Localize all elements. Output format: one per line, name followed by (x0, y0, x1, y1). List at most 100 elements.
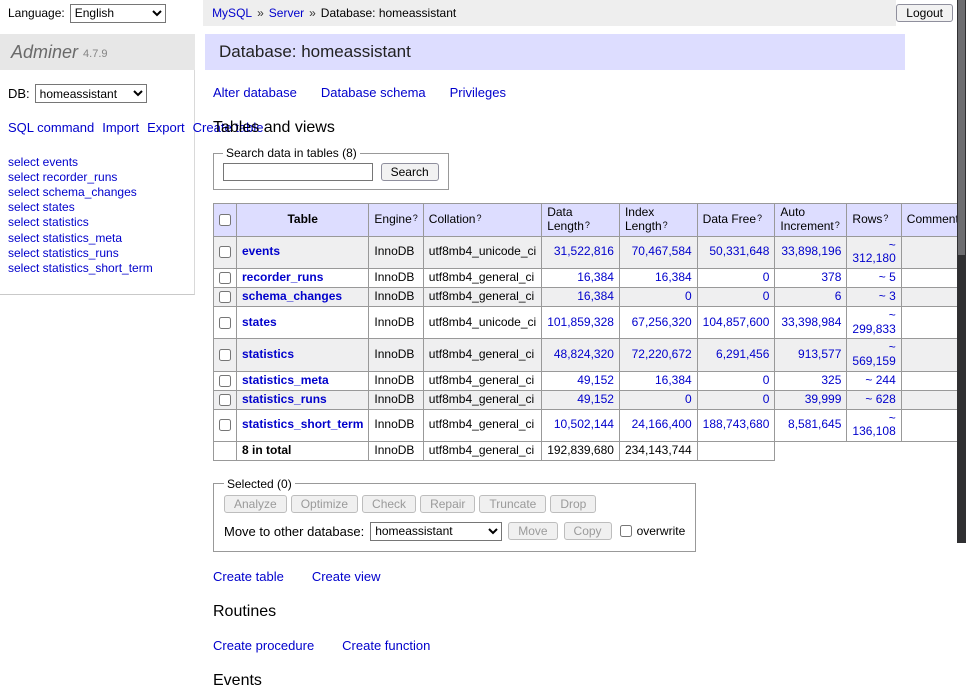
data-free-link[interactable]: 6,291,456 (716, 347, 769, 361)
auto-increment-link[interactable]: 6 (835, 289, 842, 303)
auto-increment-link[interactable]: 33,398,984 (781, 315, 841, 329)
database-nav-link[interactable]: Privileges (450, 85, 506, 100)
create-link[interactable]: Create view (312, 569, 381, 584)
selected-drop-button[interactable]: Drop (550, 495, 596, 513)
column-help-hint[interactable]: ? (883, 213, 888, 223)
row-checkbox[interactable] (219, 246, 231, 258)
column-help-hint[interactable]: ? (663, 220, 668, 230)
breadcrumb-driver-link[interactable]: MySQL (212, 6, 252, 20)
data-length-link[interactable]: 16,384 (577, 270, 614, 284)
auto-increment-link[interactable]: 325 (821, 373, 841, 387)
index-length-link[interactable]: 72,220,672 (632, 347, 692, 361)
sidebar-table-link[interactable]: select statistics_meta (8, 231, 194, 246)
data-length-link[interactable]: 48,824,320 (554, 347, 614, 361)
data-free-link[interactable]: 0 (763, 392, 770, 406)
db-select[interactable]: homeassistant (35, 84, 147, 103)
sidebar-action-link[interactable]: Import (102, 120, 139, 135)
data-free-link[interactable]: 0 (763, 373, 770, 387)
auto-increment-link[interactable]: 39,999 (805, 392, 842, 406)
data-length-link[interactable]: 49,152 (577, 373, 614, 387)
index-length-link[interactable]: 16,384 (655, 270, 692, 284)
sidebar-table-link[interactable]: select events (8, 155, 194, 170)
table-name-link[interactable]: schema_changes (242, 289, 342, 303)
row-checkbox[interactable] (219, 419, 231, 431)
data-free-link[interactable]: 188,743,680 (703, 417, 770, 431)
rows-link[interactable]: ~ 244 (865, 373, 895, 387)
rows-link[interactable]: ~ 136,108 (852, 411, 895, 439)
column-help-hint[interactable]: ? (476, 213, 481, 223)
selected-truncate-button[interactable]: Truncate (479, 495, 546, 513)
overwrite-checkbox[interactable] (620, 525, 632, 537)
data-length-link[interactable]: 16,384 (577, 289, 614, 303)
data-free-link[interactable]: 104,857,600 (703, 315, 770, 329)
create-link[interactable]: Create table (213, 569, 284, 584)
table-name-link[interactable]: statistics_short_term (242, 417, 363, 431)
column-help-hint[interactable]: ? (413, 213, 418, 223)
row-checkbox[interactable] (219, 394, 231, 406)
row-checkbox[interactable] (219, 272, 231, 284)
data-length-link[interactable]: 101,859,328 (547, 315, 614, 329)
database-nav-link[interactable]: Alter database (213, 85, 297, 100)
move-db-select[interactable]: homeassistant (370, 522, 502, 541)
index-length-link[interactable]: 70,467,584 (632, 244, 692, 258)
move-button[interactable]: Move (508, 522, 557, 540)
row-checkbox[interactable] (219, 375, 231, 387)
copy-button[interactable]: Copy (564, 522, 612, 540)
table-name-link[interactable]: events (242, 244, 280, 258)
sidebar-action-link[interactable]: Export (147, 120, 185, 135)
table-name-link[interactable]: statistics_meta (242, 373, 329, 387)
column-help-hint[interactable]: ? (835, 220, 840, 230)
breadcrumb-server-link[interactable]: Server (269, 6, 304, 20)
row-checkbox[interactable] (219, 349, 231, 361)
brand-name[interactable]: Adminer (11, 42, 78, 63)
routine-link[interactable]: Create procedure (213, 638, 314, 653)
auto-increment-link[interactable]: 378 (821, 270, 841, 284)
column-help-hint[interactable]: ? (757, 213, 762, 223)
data-free-link[interactable]: 0 (763, 289, 770, 303)
row-checkbox[interactable] (219, 317, 231, 329)
rows-link[interactable]: ~ 569,159 (852, 340, 895, 368)
auto-increment-link[interactable]: 8,581,645 (788, 417, 841, 431)
database-nav-link[interactable]: Database schema (321, 85, 426, 100)
logout-button[interactable]: Logout (896, 4, 953, 22)
sidebar-table-link[interactable]: select schema_changes (8, 185, 194, 200)
selected-repair-button[interactable]: Repair (420, 495, 475, 513)
data-length-link[interactable]: 10,502,144 (554, 417, 614, 431)
data-free-link[interactable]: 0 (763, 270, 770, 284)
data-free-link[interactable]: 50,331,648 (709, 244, 769, 258)
select-all-checkbox[interactable] (219, 214, 231, 226)
rows-link[interactable]: ~ 312,180 (852, 238, 895, 266)
sidebar-action-link[interactable]: SQL command (8, 120, 94, 135)
column-help-hint[interactable]: ? (585, 220, 590, 230)
table-name-link[interactable]: recorder_runs (242, 270, 323, 284)
table-name-link[interactable]: statistics (242, 347, 294, 361)
table-name-link[interactable]: statistics_runs (242, 392, 327, 406)
auto-increment-link[interactable]: 913,577 (798, 347, 841, 361)
search-input[interactable] (223, 163, 373, 181)
index-length-link[interactable]: 24,166,400 (632, 417, 692, 431)
page-scrollbar[interactable] (957, 0, 966, 543)
adminer-logo[interactable]: Adminer 4.7.9 (0, 34, 195, 70)
sidebar-table-link[interactable]: select statistics_short_term (8, 261, 194, 276)
rows-link[interactable]: ~ 3 (879, 289, 896, 303)
selected-check-button[interactable]: Check (362, 495, 416, 513)
index-length-link[interactable]: 67,256,320 (632, 315, 692, 329)
language-select[interactable]: English (70, 4, 166, 23)
rows-link[interactable]: ~ 5 (879, 270, 896, 284)
index-length-link[interactable]: 16,384 (655, 373, 692, 387)
auto-increment-link[interactable]: 33,898,196 (781, 244, 841, 258)
sidebar-table-link[interactable]: select recorder_runs (8, 170, 194, 185)
rows-link[interactable]: ~ 628 (865, 392, 895, 406)
table-name-link[interactable]: states (242, 315, 277, 329)
sidebar-table-link[interactable]: select statistics_runs (8, 246, 194, 261)
data-length-link[interactable]: 31,522,816 (554, 244, 614, 258)
row-checkbox[interactable] (219, 291, 231, 303)
scrollbar-thumb[interactable] (958, 0, 965, 255)
search-button[interactable]: Search (381, 163, 439, 181)
sidebar-table-link[interactable]: select statistics (8, 215, 194, 230)
selected-analyze-button[interactable]: Analyze (224, 495, 287, 513)
index-length-link[interactable]: 0 (685, 392, 692, 406)
sidebar-table-link[interactable]: select states (8, 200, 194, 215)
routine-link[interactable]: Create function (342, 638, 430, 653)
rows-link[interactable]: ~ 299,833 (852, 308, 895, 336)
